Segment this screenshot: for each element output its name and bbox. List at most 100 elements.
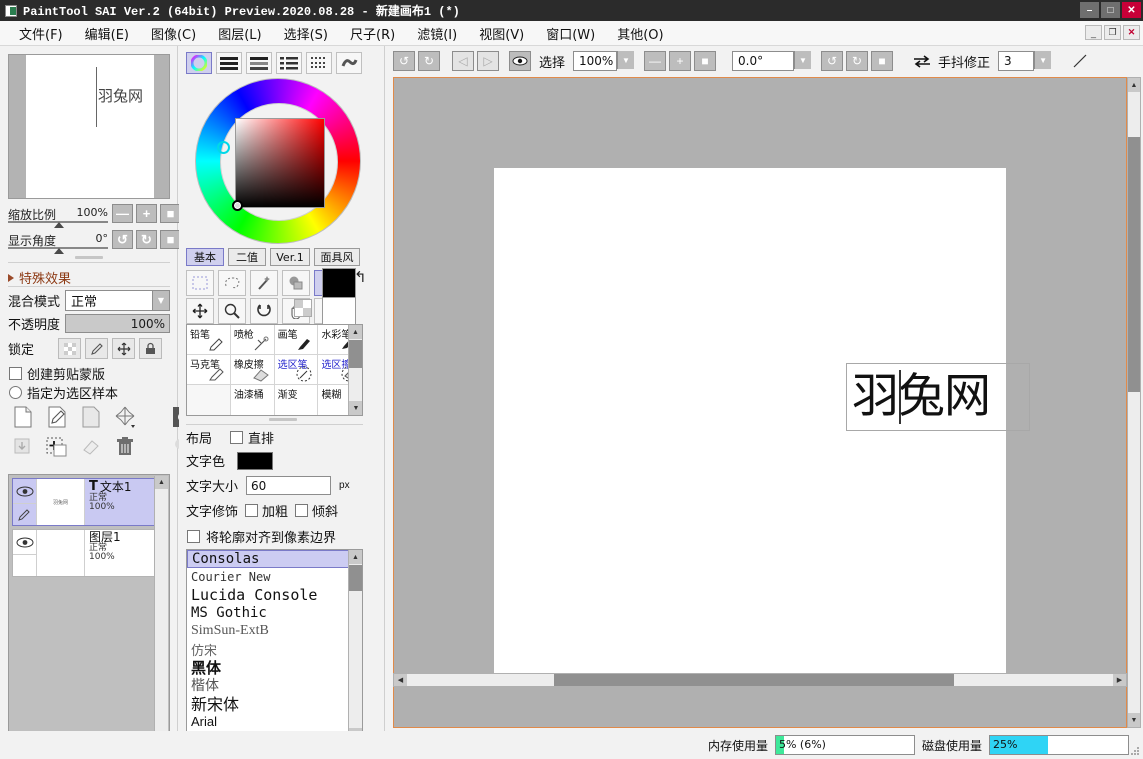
menu-item-edit[interactable]: 编辑(E) <box>74 21 140 46</box>
canvas-viewport[interactable]: 羽兔网 <box>393 77 1127 728</box>
brush-pencil[interactable]: 铅笔 <box>187 325 231 355</box>
magic-wand-icon[interactable] <box>250 270 278 296</box>
hsv-slider-icon[interactable] <box>246 52 272 74</box>
brush-list[interactable]: 铅笔 喷枪 画笔 水彩笔 马克笔 橡皮擦 选区笔 选区擦 油漆桶 渐变 模糊 ▲… <box>186 324 363 416</box>
table-row[interactable]: 图层1 正常 100% <box>12 529 166 577</box>
list-item[interactable]: Courier New <box>187 568 362 586</box>
canvas-rotate-ccw-button[interactable]: ↺ <box>821 51 844 71</box>
scroll-thumb[interactable] <box>554 674 954 686</box>
swatch-grid-icon[interactable] <box>306 52 332 74</box>
font-list[interactable]: Consolas Courier New Lucida Console MS G… <box>186 549 363 743</box>
brush-paintbrush[interactable]: 画笔 <box>274 325 319 355</box>
rect-select-icon[interactable] <box>186 270 214 296</box>
selection-source-row[interactable]: 指定为选区样本 <box>9 383 118 402</box>
resize-grip-icon[interactable] <box>1130 746 1140 756</box>
new-layer-icon[interactable] <box>8 404 38 430</box>
scroll-up-button[interactable]: ▲ <box>349 325 362 339</box>
table-row[interactable]: 羽兔网 T 文本1 正常 100% <box>12 478 166 526</box>
document-restore-button[interactable]: ❐ <box>1104 25 1121 40</box>
swap-colors-icon[interactable]: ↰ <box>354 268 367 286</box>
scroll-thumb[interactable] <box>1128 137 1140 392</box>
add-selection-layer-icon[interactable] <box>42 434 72 460</box>
move-tool-icon[interactable] <box>186 298 214 324</box>
list-item[interactable]: SimSun-ExtB <box>187 622 362 640</box>
color-square[interactable] <box>235 118 325 208</box>
checker-lock-icon[interactable] <box>58 338 81 359</box>
menu-item-file[interactable]: 文件(F) <box>8 21 74 46</box>
move-selection-icon[interactable] <box>282 270 310 296</box>
move-lock-icon[interactable] <box>112 338 135 359</box>
color-list-icon[interactable] <box>276 52 302 74</box>
canvas-paper[interactable]: 羽兔网 <box>494 168 1030 681</box>
navigator-zoom-thumb[interactable] <box>54 222 64 228</box>
list-item[interactable]: 新宋体 <box>187 694 362 714</box>
brush-marker[interactable]: 马克笔 <box>187 355 231 385</box>
merge-down-icon[interactable] <box>8 434 38 460</box>
canvas-angle-value[interactable]: 0.0° <box>732 51 795 71</box>
clipping-mask-row[interactable]: 创建剪贴蒙版 <box>9 364 105 383</box>
scratchpad-icon[interactable] <box>336 52 362 74</box>
list-item[interactable]: Arial <box>187 712 362 730</box>
list-item[interactable]: 仿宋 <box>187 640 362 659</box>
transparent-color-icon[interactable] <box>294 299 312 317</box>
document-close-button[interactable]: ✕ <box>1123 25 1140 40</box>
canvas-zoom-combo[interactable]: 100% ▼ <box>573 51 635 71</box>
brush-gradient[interactable]: 渐变 <box>274 385 319 415</box>
canvas-zoom-value[interactable]: 100% <box>573 51 618 71</box>
document-minimize-button[interactable]: _ <box>1085 25 1102 40</box>
vertical-text-checkbox[interactable] <box>230 431 244 444</box>
list-item[interactable]: Consolas <box>187 550 362 568</box>
tab-ver1[interactable]: Ver.1 <box>270 248 310 266</box>
tab-basic[interactable]: 基本 <box>186 248 224 266</box>
font-list-scrollbar[interactable]: ▲ ▼ <box>348 550 362 742</box>
clear-layer-icon[interactable] <box>76 434 106 460</box>
window-minimize-button[interactable]: – <box>1080 2 1099 18</box>
pencil-icon[interactable] <box>13 503 36 525</box>
pencil-lock-icon[interactable] <box>85 338 108 359</box>
color-wheel[interactable] <box>195 78 361 244</box>
scroll-thumb[interactable] <box>349 565 362 591</box>
menu-item-window[interactable]: 窗口(W) <box>535 21 606 46</box>
copy-layer-icon[interactable] <box>76 404 106 430</box>
scroll-up-button[interactable]: ▲ <box>1128 78 1140 92</box>
blend-mode-select[interactable]: 正常 ▼ <box>65 290 170 311</box>
brush-list-scrollbar[interactable]: ▲ ▼ <box>348 325 362 415</box>
menu-item-other[interactable]: 其他(O) <box>606 21 674 46</box>
chevron-down-icon[interactable]: ▼ <box>152 291 169 310</box>
rotate-cw-button[interactable]: ↻ <box>136 230 157 249</box>
layer-list-scrollbar[interactable]: ▲ <box>154 476 168 742</box>
panel-resize-handle[interactable] <box>75 256 103 259</box>
menu-item-ruler[interactable]: 尺子(R) <box>339 21 406 46</box>
rgb-slider-icon[interactable] <box>216 52 242 74</box>
text-bounding-box[interactable]: 羽兔网 <box>846 363 1030 431</box>
foreground-color-swatch[interactable] <box>322 268 356 300</box>
saturation-value-marker[interactable] <box>232 200 243 211</box>
delete-layer-icon[interactable] <box>110 434 140 460</box>
chevron-down-icon[interactable]: ▼ <box>617 51 635 69</box>
pixel-snap-row[interactable]: 将轮廓对齐到像素边界 <box>187 527 336 546</box>
eye-icon[interactable] <box>13 530 36 554</box>
chevron-down-icon[interactable]: ▼ <box>794 51 812 69</box>
menu-item-layer[interactable]: 图层(L) <box>207 21 272 46</box>
new-linework-layer-icon[interactable] <box>42 404 72 430</box>
bold-checkbox[interactable] <box>245 504 259 517</box>
special-effects-header[interactable]: 特殊效果 <box>8 268 71 287</box>
rotate-reset-button[interactable]: ■ <box>160 230 181 249</box>
canvas-vscrollbar[interactable]: ▲ ▼ <box>1127 77 1141 728</box>
menu-item-select[interactable]: 选择(S) <box>273 21 339 46</box>
padlock-icon[interactable] <box>139 338 162 359</box>
list-item[interactable]: MS Gothic <box>187 604 362 622</box>
menu-item-view[interactable]: 视图(V) <box>468 21 535 46</box>
window-close-button[interactable]: ✕ <box>1122 2 1141 18</box>
selection-source-radio[interactable] <box>9 386 22 399</box>
canvas-angle-combo[interactable]: 0.0° ▼ <box>732 51 812 71</box>
layer-list[interactable]: 羽兔网 T 文本1 正常 100% 图层1 正常 100% ▲ <box>8 474 170 744</box>
canvas-zoom-in-button[interactable]: + <box>669 51 692 71</box>
navigator-zoom-in-button[interactable]: + <box>136 204 157 223</box>
rotate-ccw-button[interactable]: ↺ <box>112 230 133 249</box>
list-item[interactable]: 黑体 <box>187 658 362 677</box>
zoom-tool-icon[interactable] <box>218 298 246 324</box>
menu-item-image[interactable]: 图像(C) <box>140 21 207 46</box>
pencil-icon[interactable] <box>13 554 36 576</box>
stabilizer-combo[interactable]: 3 ▼ <box>998 51 1052 71</box>
